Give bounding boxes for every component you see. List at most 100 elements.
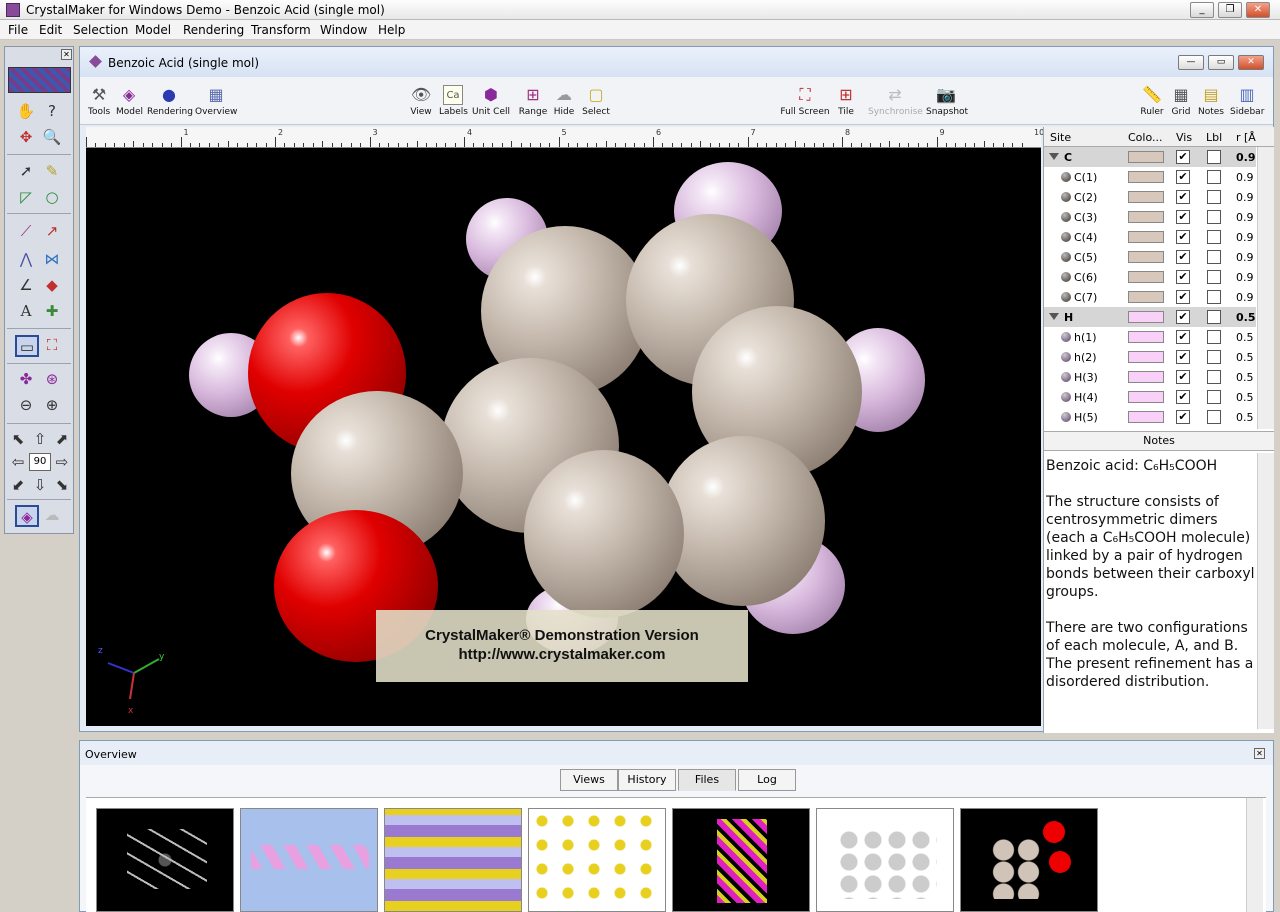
expand-triangle-icon[interactable] xyxy=(1049,313,1059,320)
menu-selection[interactable]: Selection xyxy=(73,23,128,37)
hide-button[interactable]: ☁ Hide xyxy=(552,85,576,117)
visibility-checkbox[interactable]: ✔ xyxy=(1176,410,1190,424)
model-button[interactable]: ◈ Model xyxy=(116,85,143,117)
menu-rendering[interactable]: Rendering xyxy=(183,23,244,37)
labels-button[interactable]: Ca Labels xyxy=(439,85,468,117)
help-pointer-icon[interactable]: ? xyxy=(41,101,63,121)
tab-files[interactable]: Files xyxy=(678,769,736,791)
structure-preview-icon[interactable] xyxy=(8,67,71,93)
move-icon[interactable]: ✥ xyxy=(15,127,37,147)
thumbnail-3[interactable] xyxy=(384,808,522,912)
label-checkbox[interactable] xyxy=(1207,390,1221,404)
label-checkbox[interactable] xyxy=(1207,210,1221,224)
menu-transform[interactable]: Transform xyxy=(251,23,311,37)
site-color-swatch[interactable] xyxy=(1128,351,1164,363)
mirror-tool-icon[interactable]: ◆ xyxy=(41,275,63,295)
site-group-row[interactable]: C ✔ 0.9 xyxy=(1044,147,1256,167)
site-row[interactable]: C(5) ✔ 0.9 xyxy=(1044,247,1256,267)
label-checkbox[interactable] xyxy=(1207,270,1221,284)
tab-views[interactable]: Views xyxy=(560,769,618,791)
visibility-checkbox[interactable]: ✔ xyxy=(1176,350,1190,364)
grid-button[interactable]: ▦ Grid xyxy=(1170,85,1192,117)
header-site[interactable]: Site xyxy=(1050,131,1071,144)
thumbnail-6[interactable] xyxy=(816,808,954,912)
site-color-swatch[interactable] xyxy=(1128,151,1164,163)
close-icon[interactable]: ✕ xyxy=(1246,2,1270,18)
header-r[interactable]: r [Å xyxy=(1236,131,1256,144)
palette-close-icon[interactable]: ✕ xyxy=(61,49,72,60)
lasso-polygon-icon[interactable]: ◸ xyxy=(15,187,37,207)
rotate-down-right-icon[interactable]: ⬊ xyxy=(51,475,73,495)
tile-button[interactable]: ⊞ Tile xyxy=(834,85,858,117)
visibility-checkbox[interactable]: ✔ xyxy=(1176,170,1190,184)
rotate-structure-icon[interactable]: ✤ xyxy=(15,369,37,389)
site-row[interactable]: C(6) ✔ 0.9 xyxy=(1044,267,1256,287)
rendering-button[interactable]: ● Rendering xyxy=(147,85,193,117)
header-vis[interactable]: Vis xyxy=(1176,131,1192,144)
visibility-checkbox[interactable]: ✔ xyxy=(1176,390,1190,404)
site-row[interactable]: C(3) ✔ 0.9 xyxy=(1044,207,1256,227)
play-structure-icon[interactable]: ◈ xyxy=(15,505,39,527)
view-button[interactable]: 👁 View xyxy=(409,85,433,117)
cloud-icon[interactable]: ☁ xyxy=(41,505,63,525)
unit-cell-button[interactable]: ⬢ Unit Cell xyxy=(471,85,511,117)
visibility-checkbox[interactable]: ✔ xyxy=(1176,310,1190,324)
zoom-icon[interactable]: 🔍 xyxy=(41,127,63,147)
rotate-up-right-icon[interactable]: ⬈ xyxy=(51,429,73,449)
thumbnail-4[interactable] xyxy=(528,808,666,912)
site-color-swatch[interactable] xyxy=(1128,211,1164,223)
site-color-swatch[interactable] xyxy=(1128,311,1164,323)
tools-button[interactable]: ⚒ Tools xyxy=(88,85,110,117)
label-checkbox[interactable] xyxy=(1207,170,1221,184)
site-color-swatch[interactable] xyxy=(1128,251,1164,263)
site-color-swatch[interactable] xyxy=(1128,411,1164,423)
notes-text[interactable]: Benzoic acid: C₆H₅COOH The structure con… xyxy=(1046,457,1256,727)
site-row[interactable]: h(1) ✔ 0.5 xyxy=(1044,327,1256,347)
site-row[interactable]: H(5) ✔ 0.5 xyxy=(1044,407,1256,427)
angle-measure-icon[interactable]: ∠ xyxy=(15,275,37,295)
range-button[interactable]: ⊞ Range xyxy=(517,85,549,117)
visibility-checkbox[interactable]: ✔ xyxy=(1176,230,1190,244)
site-color-swatch[interactable] xyxy=(1128,191,1164,203)
select-button[interactable]: ▢ Select xyxy=(582,85,610,117)
label-checkbox[interactable] xyxy=(1207,310,1221,324)
label-checkbox[interactable] xyxy=(1207,250,1221,264)
torsion-tool-icon[interactable]: ⋈ xyxy=(41,249,63,269)
distance-tool-icon[interactable]: ↗ xyxy=(41,221,63,241)
notes-scrollbar[interactable] xyxy=(1257,453,1274,729)
doc-minimize-icon[interactable]: — xyxy=(1178,55,1204,70)
thumbnail-5[interactable] xyxy=(672,808,810,912)
rotate-down-left-icon[interactable]: ⬋ xyxy=(7,475,29,495)
lasso-icon[interactable]: ○ xyxy=(41,187,63,207)
atom-carbon[interactable] xyxy=(524,450,684,618)
thumbnail-2[interactable] xyxy=(240,808,378,912)
snapshot-button[interactable]: 📷 Snapshot xyxy=(926,85,968,117)
add-atom-icon[interactable]: ✚ xyxy=(41,301,63,321)
overview-close-icon[interactable]: ✕ xyxy=(1254,748,1265,759)
menu-model[interactable]: Model xyxy=(135,23,171,37)
restore-icon[interactable]: ❐ xyxy=(1218,2,1242,18)
rotation-step-input[interactable]: 90 xyxy=(29,453,51,471)
site-row[interactable]: C(7) ✔ 0.9 xyxy=(1044,287,1256,307)
visibility-checkbox[interactable]: ✔ xyxy=(1176,150,1190,164)
menu-window[interactable]: Window xyxy=(320,23,367,37)
site-color-swatch[interactable] xyxy=(1128,371,1164,383)
sidebar-button[interactable]: ▥ Sidebar xyxy=(1230,85,1264,117)
site-row[interactable]: C(2) ✔ 0.9 xyxy=(1044,187,1256,207)
visibility-checkbox[interactable]: ✔ xyxy=(1176,330,1190,344)
doc-close-icon[interactable]: ✕ xyxy=(1238,55,1264,70)
site-group-row[interactable]: H ✔ 0.5 xyxy=(1044,307,1256,327)
menu-help[interactable]: Help xyxy=(378,23,405,37)
center-structure-icon[interactable]: ⊛ xyxy=(41,369,63,389)
zoom-out-icon[interactable]: ⊖ xyxy=(15,395,37,415)
site-table-scrollbar[interactable] xyxy=(1257,147,1274,429)
header-color[interactable]: Colo... xyxy=(1128,131,1163,144)
zoom-in-icon[interactable]: ⊕ xyxy=(41,395,63,415)
rotate-down-icon[interactable]: ⇩ xyxy=(29,475,51,495)
overview-button[interactable]: ▦ Overview xyxy=(195,85,237,117)
site-color-swatch[interactable] xyxy=(1128,291,1164,303)
site-color-swatch[interactable] xyxy=(1128,391,1164,403)
atom-carbon[interactable] xyxy=(660,436,825,606)
label-checkbox[interactable] xyxy=(1207,230,1221,244)
fit-screen-icon[interactable]: ⛶ xyxy=(41,335,63,355)
